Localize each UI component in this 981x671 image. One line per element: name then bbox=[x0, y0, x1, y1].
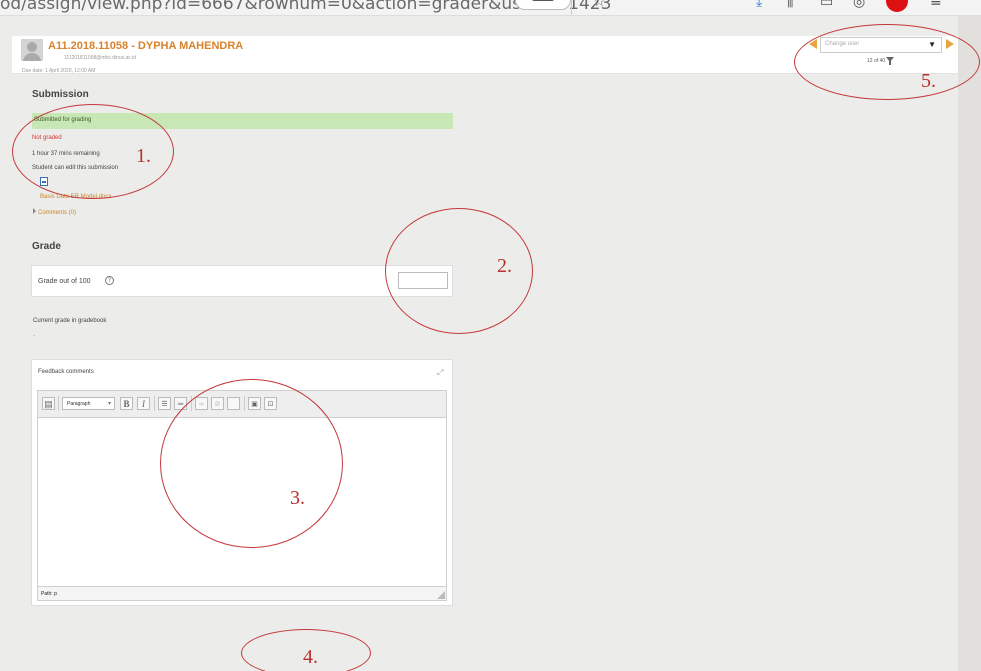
current-grade-value: - bbox=[33, 333, 35, 339]
grade-label: Grade out of 100 bbox=[38, 278, 91, 285]
annotation-label-4: 4. bbox=[303, 646, 318, 668]
toolbar-separator bbox=[58, 396, 59, 411]
grade-heading: Grade bbox=[32, 241, 61, 252]
fullscreen-icon[interactable]: ⤢ bbox=[437, 368, 446, 377]
expand-triangle-icon bbox=[33, 208, 36, 214]
annotation-label-2: 2. bbox=[497, 255, 512, 277]
library-icon[interactable]: ⫼ bbox=[787, 0, 793, 10]
bold-button[interactable]: B bbox=[120, 397, 133, 410]
browser-toolbar: od/assign/view.php?id=6667&rownum=0&acti… bbox=[0, 0, 981, 16]
user-avatar[interactable] bbox=[21, 39, 43, 61]
element-path: Path: p bbox=[41, 591, 57, 597]
student-name-link[interactable]: A11.2018.11058 - DYPHA MAHENDRA bbox=[48, 40, 243, 52]
editor-status-bar: Path: p bbox=[38, 586, 446, 600]
account-icon[interactable]: ◎ bbox=[853, 0, 865, 10]
extension-icon[interactable] bbox=[886, 0, 908, 12]
due-date: Due date: 1 April 2020, 12:00 AM bbox=[22, 68, 96, 74]
sidebar-icon[interactable]: ▭ bbox=[820, 0, 833, 10]
feedback-label: Feedback comments bbox=[38, 369, 94, 375]
annotation-label-1: 1. bbox=[136, 145, 151, 167]
current-grade-label: Current grade in gradebook bbox=[33, 318, 107, 324]
annotation-ring-5 bbox=[794, 24, 980, 100]
paragraph-format-select[interactable]: Paragraph ▾ bbox=[62, 397, 115, 410]
chevron-down-icon: ▾ bbox=[107, 401, 111, 407]
comments-label: Comments (0) bbox=[38, 210, 77, 216]
comments-toggle[interactable]: Comments (0) bbox=[33, 208, 76, 216]
toolbar-divider bbox=[571, 0, 572, 15]
zoom-pill[interactable] bbox=[515, 0, 571, 10]
submission-heading: Submission bbox=[32, 89, 89, 100]
resize-handle-icon[interactable] bbox=[437, 591, 445, 599]
toolbar-toggle-button[interactable]: ▤ bbox=[42, 397, 55, 410]
help-icon[interactable]: ? bbox=[105, 276, 114, 285]
annotation-label-3: 3. bbox=[290, 487, 305, 509]
format-value: Paragraph bbox=[67, 401, 91, 407]
page-scroll-edge bbox=[958, 16, 981, 671]
toolbar-separator bbox=[154, 396, 155, 411]
student-email: 111201811058@mhs.dinus.ac.id bbox=[64, 55, 137, 61]
annotation-ring-3 bbox=[160, 379, 343, 548]
menu-icon[interactable]: ≡ bbox=[930, 0, 942, 10]
annotation-label-5: 5. bbox=[921, 70, 936, 92]
italic-button[interactable]: I bbox=[137, 397, 150, 410]
download-icon[interactable]: ⤓ bbox=[756, 0, 762, 10]
bullet-list-button[interactable]: ☰ bbox=[158, 397, 171, 410]
bookmark-icon[interactable]: ☆ bbox=[593, 0, 606, 10]
